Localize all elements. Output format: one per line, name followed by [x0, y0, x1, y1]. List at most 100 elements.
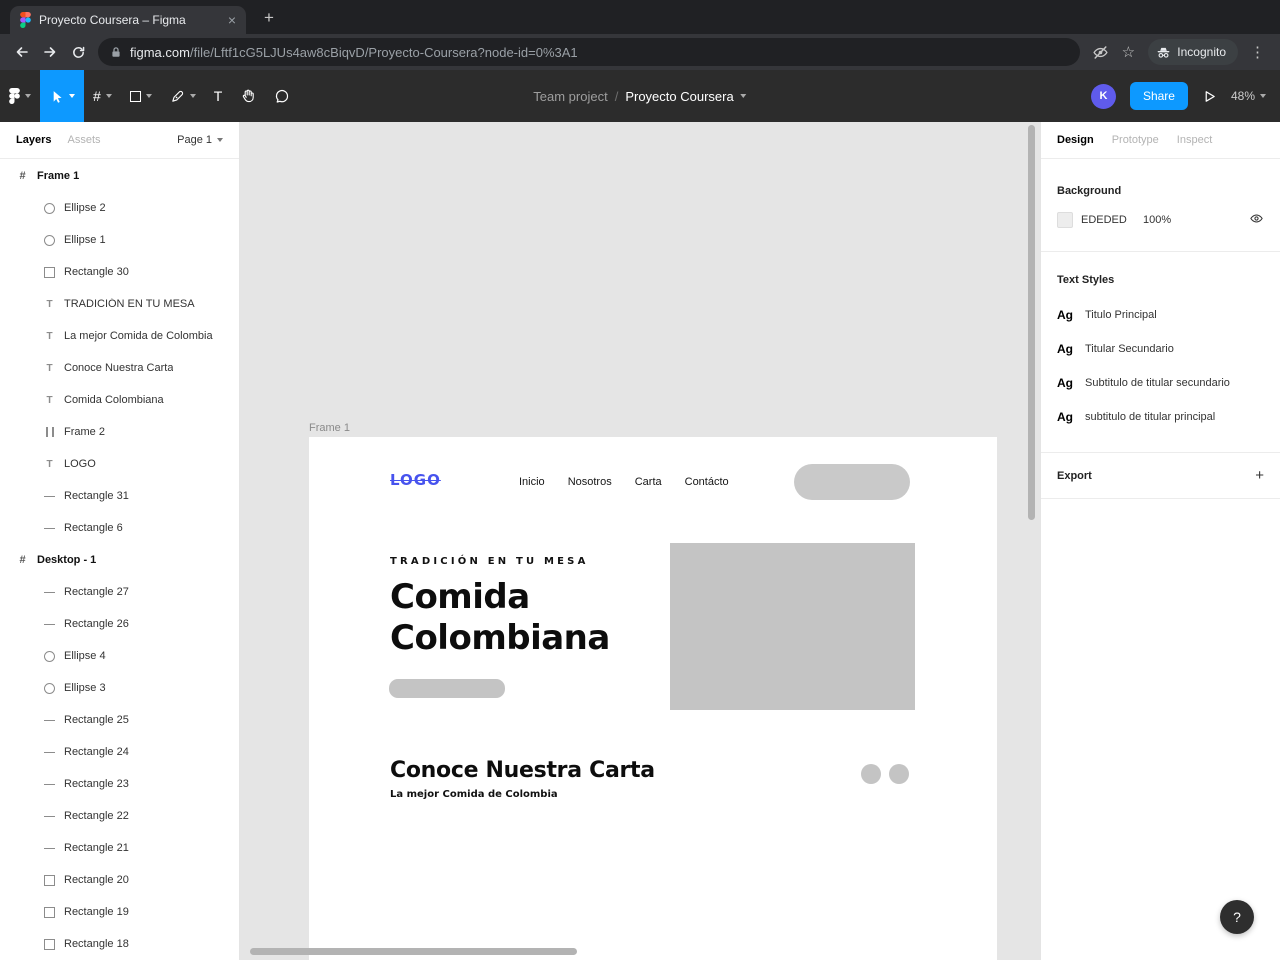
- layer-row[interactable]: Rectangle 21: [0, 832, 239, 864]
- layer-row[interactable]: Ellipse 2: [0, 192, 239, 224]
- layer-row[interactable]: Frame 2: [0, 416, 239, 448]
- design-dot-placeholder[interactable]: [861, 764, 881, 784]
- layer-row[interactable]: Rectangle 6: [0, 512, 239, 544]
- layer-row[interactable]: Frame 1: [0, 160, 239, 192]
- layer-row[interactable]: Rectangle 30: [0, 256, 239, 288]
- design-button-placeholder[interactable]: [794, 464, 910, 500]
- layer-row[interactable]: Ellipse 4: [0, 640, 239, 672]
- design-nav-item[interactable]: Contácto: [685, 476, 729, 488]
- tab-inspect[interactable]: Inspect: [1177, 134, 1212, 146]
- layer-row[interactable]: TRADICIÓN EN TU MESA: [0, 288, 239, 320]
- layer-row[interactable]: Ellipse 1: [0, 224, 239, 256]
- layer-label: Frame 2: [64, 426, 105, 438]
- vertical-scrollbar[interactable]: [1028, 125, 1035, 520]
- design-title-text[interactable]: Comida Colombiana: [390, 577, 640, 659]
- tab-design[interactable]: Design: [1057, 134, 1094, 146]
- back-button[interactable]: [8, 38, 36, 66]
- breadcrumb-team[interactable]: Team project: [533, 89, 607, 104]
- text-style-row[interactable]: Ag Titular Secundario: [1057, 332, 1264, 366]
- text-tool-button[interactable]: T: [205, 70, 232, 122]
- design-eyebrow-text[interactable]: TRADICIÓN EN TU MESA: [390, 556, 589, 567]
- move-tool-button[interactable]: [40, 70, 84, 122]
- new-tab-button[interactable]: +: [258, 7, 280, 29]
- main-menu-button[interactable]: [0, 70, 40, 122]
- add-export-button[interactable]: +: [1255, 467, 1264, 484]
- layer-row[interactable]: La mejor Comida de Colombia: [0, 320, 239, 352]
- comment-tool-button[interactable]: [265, 70, 299, 122]
- text-style-sample: Ag: [1057, 410, 1073, 424]
- design-nav-item[interactable]: Carta: [635, 476, 662, 488]
- design-section-title[interactable]: Conoce Nuestra Carta: [390, 758, 655, 783]
- layer-type-icon: [43, 746, 56, 759]
- breadcrumb-file[interactable]: Proyecto Coursera: [625, 89, 733, 104]
- design-nav-item[interactable]: Inicio: [519, 476, 545, 488]
- close-tab-icon[interactable]: ×: [228, 13, 236, 27]
- design-small-pill-placeholder[interactable]: [389, 679, 505, 698]
- zoom-control[interactable]: 48%: [1231, 89, 1266, 103]
- browser-menu-button[interactable]: ⋮: [1244, 38, 1272, 66]
- url-bar[interactable]: figma.com/file/Lftf1cG5LJUs4aw8cBiqvD/Pr…: [98, 38, 1081, 66]
- page-selector-label: Page 1: [177, 134, 212, 146]
- text-style-name: Titular Secundario: [1085, 343, 1174, 355]
- layer-row[interactable]: Rectangle 22: [0, 800, 239, 832]
- layer-type-icon: [43, 234, 56, 247]
- design-section-subtitle[interactable]: La mejor Comida de Colombia: [390, 789, 558, 800]
- layer-row[interactable]: Ellipse 3: [0, 672, 239, 704]
- layer-row[interactable]: Desktop - 1: [0, 544, 239, 576]
- present-play-icon[interactable]: [1202, 89, 1217, 104]
- visibility-off-button[interactable]: [1086, 38, 1114, 66]
- bookmark-button[interactable]: ☆: [1114, 38, 1142, 66]
- frame-tool-button[interactable]: #: [84, 70, 121, 122]
- frame-name-label[interactable]: Frame 1: [309, 422, 350, 434]
- visibility-toggle[interactable]: [1249, 211, 1264, 229]
- avatar[interactable]: K: [1090, 83, 1116, 109]
- design-nav-item[interactable]: Nosotros: [568, 476, 612, 488]
- layer-row[interactable]: Rectangle 31: [0, 480, 239, 512]
- layer-row[interactable]: Conoce Nuestra Carta: [0, 352, 239, 384]
- star-icon: ☆: [1121, 44, 1136, 61]
- pen-tool-button[interactable]: [161, 70, 205, 122]
- layer-row[interactable]: Rectangle 25: [0, 704, 239, 736]
- text-style-row[interactable]: Ag Titulo Principal: [1057, 298, 1264, 332]
- hand-tool-button[interactable]: [231, 70, 265, 122]
- layer-row[interactable]: Comida Colombiana: [0, 384, 239, 416]
- color-swatch[interactable]: [1057, 212, 1073, 228]
- text-styles-list: Ag Titulo Principal Ag Titular Secundari…: [1057, 298, 1264, 434]
- layer-row[interactable]: LOGO: [0, 448, 239, 480]
- figma-logo-icon: [20, 12, 31, 28]
- help-button[interactable]: ?: [1220, 900, 1254, 934]
- layer-type-icon: [43, 906, 56, 919]
- tab-assets[interactable]: Assets: [67, 134, 100, 146]
- tab-layers[interactable]: Layers: [16, 134, 51, 146]
- background-hex-value[interactable]: EDEDED: [1081, 214, 1143, 226]
- shape-tool-button[interactable]: [121, 70, 161, 122]
- text-style-row[interactable]: Ag Subtitulo de titular secundario: [1057, 366, 1264, 400]
- tab-prototype[interactable]: Prototype: [1112, 134, 1159, 146]
- forward-button[interactable]: [36, 38, 64, 66]
- horizontal-scrollbar[interactable]: [250, 948, 577, 955]
- layer-row[interactable]: Rectangle 27: [0, 576, 239, 608]
- layer-row[interactable]: Rectangle 20: [0, 864, 239, 896]
- design-logo-text[interactable]: LOGO: [390, 471, 441, 489]
- chevron-down-icon[interactable]: [740, 94, 747, 98]
- design-image-placeholder[interactable]: [670, 543, 915, 710]
- browser-tab[interactable]: Proyecto Coursera – Figma ×: [10, 6, 246, 34]
- design-dot-placeholder[interactable]: [889, 764, 909, 784]
- layer-row[interactable]: Rectangle 23: [0, 768, 239, 800]
- reload-button[interactable]: [64, 38, 92, 66]
- canvas[interactable]: Frame 1 LOGO Inicio Nosotros Carta Contá…: [240, 122, 1040, 960]
- layer-label: Rectangle 26: [64, 618, 129, 630]
- page-selector[interactable]: Page 1: [177, 134, 223, 146]
- layer-row[interactable]: Rectangle 26: [0, 608, 239, 640]
- layer-row[interactable]: Rectangle 24: [0, 736, 239, 768]
- design-frame[interactable]: LOGO Inicio Nosotros Carta Contácto TRAD…: [309, 437, 997, 960]
- layer-label: La mejor Comida de Colombia: [64, 330, 213, 342]
- reload-icon: [72, 46, 84, 58]
- background-opacity-value[interactable]: 100%: [1143, 214, 1193, 226]
- text-style-row[interactable]: Ag subtitulo de titular principal: [1057, 400, 1264, 434]
- text-styles-section: Text Styles Ag Titulo Principal Ag Titul…: [1041, 252, 1280, 453]
- share-button[interactable]: Share: [1129, 82, 1188, 110]
- layer-row[interactable]: Rectangle 18: [0, 928, 239, 960]
- layer-row[interactable]: Rectangle 19: [0, 896, 239, 928]
- layer-type-icon: [43, 682, 56, 695]
